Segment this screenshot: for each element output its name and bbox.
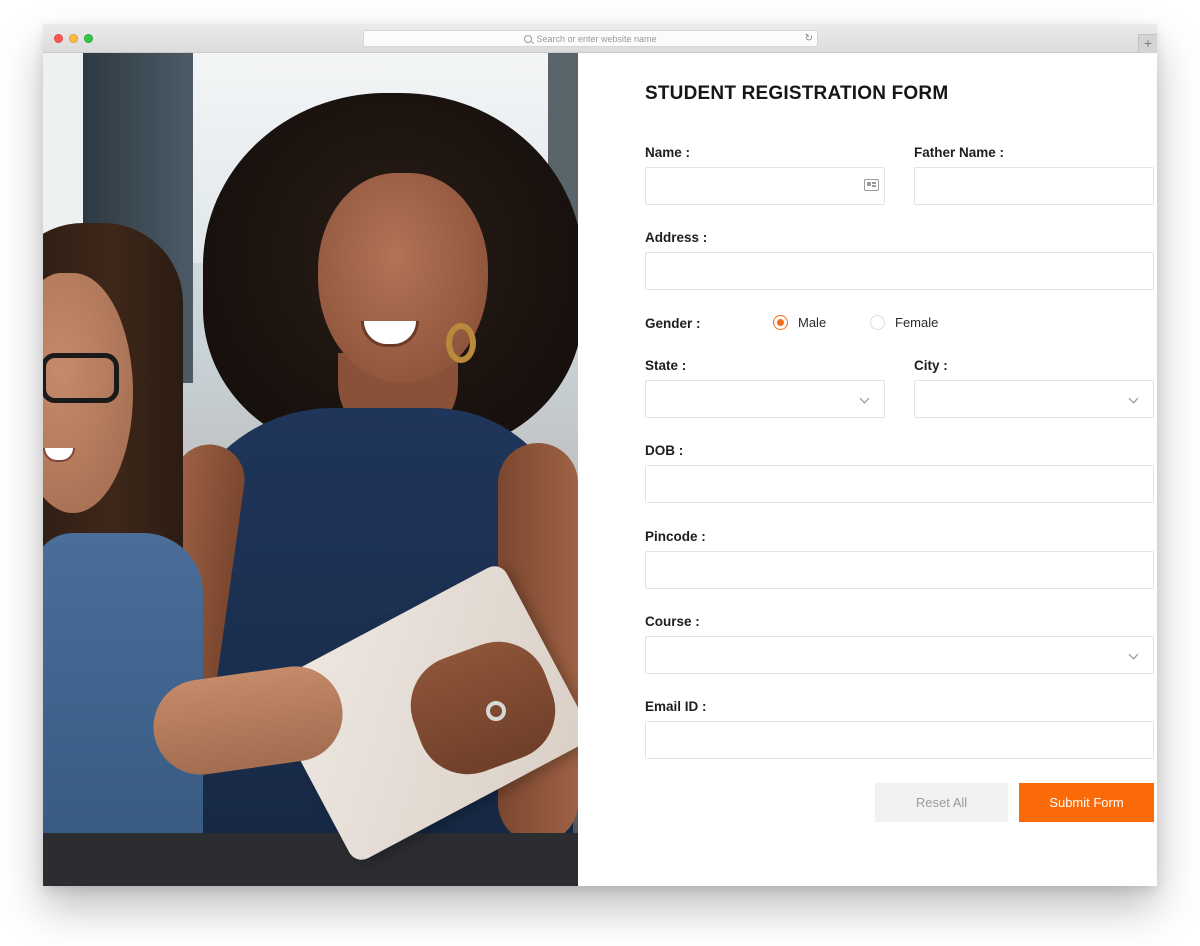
city-label: City :	[914, 358, 948, 373]
address-bar[interactable]: Search or enter website name ↻	[363, 30, 818, 47]
submit-form-button[interactable]: Submit Form	[1019, 783, 1154, 822]
address-field[interactable]	[645, 252, 1154, 290]
pincode-field[interactable]	[645, 551, 1154, 589]
female-radio-label: Female	[895, 315, 939, 330]
photo-glasses	[43, 353, 119, 403]
pincode-label: Pincode :	[645, 529, 706, 544]
chevron-down-icon	[1128, 649, 1139, 660]
email-label: Email ID :	[645, 699, 707, 714]
gender-label: Gender :	[645, 316, 701, 331]
form-title: STUDENT REGISTRATION FORM	[645, 83, 949, 104]
photo-desk	[43, 833, 578, 886]
address-label: Address :	[645, 230, 708, 245]
course-select[interactable]	[645, 636, 1154, 674]
reset-all-button[interactable]: Reset All	[875, 783, 1008, 822]
female-radio[interactable]	[870, 315, 885, 330]
new-tab-button[interactable]: +	[1138, 34, 1157, 53]
father-name-label: Father Name :	[914, 145, 1005, 160]
dob-label: DOB :	[645, 443, 684, 458]
address-bar-placeholder: Search or enter website name	[536, 33, 657, 44]
male-radio-label: Male	[798, 315, 827, 330]
gender-option-male[interactable]: Male	[773, 315, 826, 330]
city-select[interactable]	[914, 380, 1154, 418]
photo-ring	[486, 701, 506, 721]
close-window-button[interactable]	[54, 34, 63, 43]
student-registration-form: STUDENT REGISTRATION FORM Name : Father …	[645, 53, 1157, 886]
hero-photo	[43, 53, 578, 886]
chevron-down-icon	[859, 393, 870, 404]
email-field[interactable]	[645, 721, 1154, 759]
page-content: STUDENT REGISTRATION FORM Name : Father …	[43, 53, 1157, 886]
name-label: Name :	[645, 145, 691, 160]
name-field[interactable]	[645, 167, 885, 205]
course-label: Course :	[645, 614, 700, 629]
state-label: State :	[645, 358, 687, 373]
father-name-field[interactable]	[914, 167, 1154, 205]
state-select[interactable]	[645, 380, 885, 418]
photo-earring	[446, 323, 476, 363]
search-icon	[524, 34, 533, 43]
contact-card-icon	[864, 179, 879, 191]
browser-window: Search or enter website name ↻ + STUDENT…	[43, 24, 1157, 886]
minimize-window-button[interactable]	[69, 34, 78, 43]
browser-toolbar: Search or enter website name ↻ +	[43, 24, 1157, 53]
reload-icon[interactable]: ↻	[805, 33, 813, 44]
maximize-window-button[interactable]	[84, 34, 93, 43]
chevron-down-icon	[1128, 393, 1139, 404]
male-radio[interactable]	[773, 315, 788, 330]
dob-field[interactable]	[645, 465, 1154, 503]
gender-option-female[interactable]: Female	[870, 315, 938, 330]
